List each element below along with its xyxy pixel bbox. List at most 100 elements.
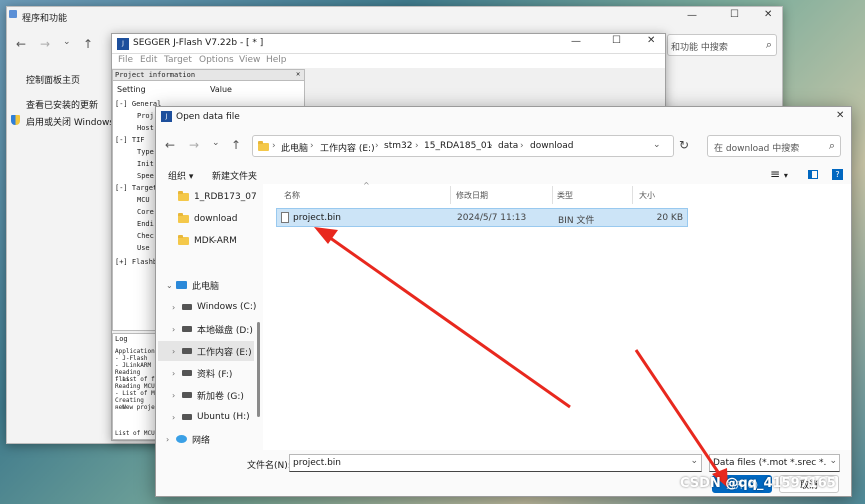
chevron-right-icon[interactable]: › xyxy=(172,325,182,334)
column-header-size[interactable]: 大小 xyxy=(639,190,655,201)
nav-item-label: MDK-ARM xyxy=(194,236,237,246)
nav-item-label: 此电脑 xyxy=(192,281,220,292)
tree-item[interactable]: Endi xyxy=(137,220,154,228)
column-divider xyxy=(450,186,451,204)
close-icon[interactable]: ✕ xyxy=(647,35,655,46)
back-arrow-icon[interactable]: ← xyxy=(165,138,175,152)
folder-icon xyxy=(178,235,189,245)
chevron-right-icon[interactable]: › xyxy=(172,347,182,356)
nav-item-drive-selected[interactable]: › 工作内容 (E:) xyxy=(158,341,254,361)
tree-item[interactable]: Type xyxy=(137,148,154,156)
view-list-icon[interactable]: ≡ ▾ xyxy=(770,167,788,181)
maximize-icon[interactable]: ☐ xyxy=(612,35,621,46)
search-box[interactable]: 和功能 中搜索 ⌕ xyxy=(667,34,777,56)
refresh-icon[interactable]: ↻ xyxy=(679,138,689,152)
panel-close-icon[interactable]: ✕ xyxy=(296,70,300,78)
nav-item-drive[interactable]: › Windows (C:) xyxy=(172,297,272,317)
nav-item-this-pc[interactable]: ⌄ 此电脑 xyxy=(166,275,266,295)
sidebar-link-updates[interactable]: 查看已安装的更新 xyxy=(26,98,98,111)
close-icon[interactable]: ✕ xyxy=(764,9,772,20)
log-line: - JLinkARM xyxy=(115,362,152,369)
menu-options[interactable]: Options xyxy=(199,55,234,65)
breadcrumb-item[interactable]: download xyxy=(530,141,574,151)
network-icon xyxy=(176,435,187,443)
column-header-type[interactable]: 类型 xyxy=(557,190,573,201)
column-header-date[interactable]: 修改日期 xyxy=(456,190,488,201)
tree-item[interactable]: Chec xyxy=(137,232,154,240)
forward-arrow-icon[interactable]: → xyxy=(189,138,199,152)
chevron-right-icon[interactable]: › xyxy=(172,413,182,422)
breadcrumb-separator: › xyxy=(415,141,419,151)
tree-item[interactable]: Core xyxy=(137,208,154,216)
nav-item-label: 1_RDB173_07 xyxy=(194,192,257,202)
minimize-icon[interactable]: — xyxy=(687,10,697,21)
chevron-down-icon[interactable]: ⌄ xyxy=(63,37,71,47)
tree-item[interactable]: Proj xyxy=(137,112,154,120)
minimize-icon[interactable]: — xyxy=(571,36,581,47)
chevron-right-icon[interactable]: › xyxy=(172,303,182,312)
filetype-select[interactable]: Data files (*.mot *.srec *.s19 ⌄ xyxy=(709,454,840,472)
search-box[interactable]: 在 download 中搜索 ⌕ xyxy=(707,135,841,157)
search-icon: ⌕ xyxy=(765,38,772,51)
chevron-down-icon[interactable]: ⌄ xyxy=(212,138,220,148)
search-icon: ⌕ xyxy=(828,139,835,152)
help-icon[interactable]: ? xyxy=(832,169,843,180)
filename-input[interactable]: project.bin ⌄ xyxy=(289,454,702,472)
tree-item[interactable]: [-] TIF xyxy=(115,136,145,144)
nav-item-network[interactable]: › 网络 xyxy=(166,429,266,449)
project-info-label: Project information xyxy=(115,71,196,79)
chevron-right-icon[interactable]: › xyxy=(166,435,176,444)
up-arrow-icon[interactable]: ↑ xyxy=(83,37,93,51)
column-value: Value xyxy=(210,85,232,94)
log-line: Application xyxy=(115,348,155,355)
tree-item[interactable]: Init xyxy=(137,160,154,168)
organize-button[interactable]: 组织 ▾ xyxy=(168,169,193,182)
tree-item[interactable]: Host xyxy=(137,124,154,132)
breadcrumb-item[interactable]: data xyxy=(498,141,518,151)
log-line: - List of M xyxy=(115,390,155,397)
drive-icon xyxy=(182,348,192,354)
back-arrow-icon[interactable]: ← xyxy=(16,37,26,51)
mcu-list-label: List of MCU xyxy=(115,430,155,437)
folder-icon xyxy=(178,191,189,201)
menu-file[interactable]: File xyxy=(118,55,133,65)
nav-item-label: Windows (C:) xyxy=(197,302,257,312)
close-icon[interactable]: ✕ xyxy=(836,110,844,121)
preview-pane-icon[interactable] xyxy=(808,170,818,179)
new-folder-button[interactable]: 新建文件夹 xyxy=(212,169,257,182)
sidebar-link-home[interactable]: 控制面板主页 xyxy=(26,73,80,86)
chevron-down-icon[interactable]: ⌄ xyxy=(690,456,698,466)
chevron-down-icon[interactable]: ⌄ xyxy=(166,281,176,290)
tree-item[interactable]: Use xyxy=(137,244,150,252)
chevron-right-icon[interactable]: › xyxy=(172,369,182,378)
address-bar[interactable]: › 此电脑 › 工作内容 (E:) › stm32 › 15_RDA185_01… xyxy=(252,135,674,157)
breadcrumb-item[interactable]: 15_RDA185_01 xyxy=(424,141,492,151)
column-divider xyxy=(632,186,633,204)
tree-item[interactable]: [+] Flashb xyxy=(115,258,157,266)
menu-target[interactable]: Target xyxy=(164,55,192,65)
up-arrow-icon[interactable]: ↑ xyxy=(231,138,241,152)
breadcrumb-item[interactable]: 此电脑 xyxy=(281,141,308,154)
tree-item[interactable]: Spee xyxy=(137,172,154,180)
log-line: - J-Flash xyxy=(115,355,148,362)
chevron-down-icon[interactable]: ⌄ xyxy=(653,140,661,150)
nav-scrollbar[interactable] xyxy=(257,322,260,417)
chevron-down-icon[interactable]: ⌄ xyxy=(829,456,837,466)
forward-arrow-icon[interactable]: → xyxy=(40,37,50,51)
log-line: Reading MCU xyxy=(115,383,155,390)
column-header-name[interactable]: 名称 xyxy=(284,190,300,201)
drive-icon xyxy=(182,326,192,332)
maximize-icon[interactable]: ☐ xyxy=(730,9,739,20)
menu-edit[interactable]: Edit xyxy=(140,55,157,65)
menu-help[interactable]: Help xyxy=(266,55,287,65)
menu-view[interactable]: View xyxy=(239,55,260,65)
sidebar-link-windows-features[interactable]: 启用或关闭 Windows 功能 xyxy=(26,115,118,128)
chevron-right-icon[interactable]: › xyxy=(172,391,182,400)
breadcrumb-separator: › xyxy=(489,141,493,151)
tree-item[interactable]: [-] Target xyxy=(115,184,157,192)
tree-item[interactable]: MCU xyxy=(137,196,150,204)
breadcrumb-item[interactable]: stm32 xyxy=(384,141,412,151)
table-row[interactable]: project.bin 2024/5/7 11:13 BIN 文件 20 KB xyxy=(276,208,688,227)
breadcrumb-item[interactable]: 工作内容 (E:) xyxy=(320,141,375,154)
log-line: - List of f xyxy=(115,376,155,383)
